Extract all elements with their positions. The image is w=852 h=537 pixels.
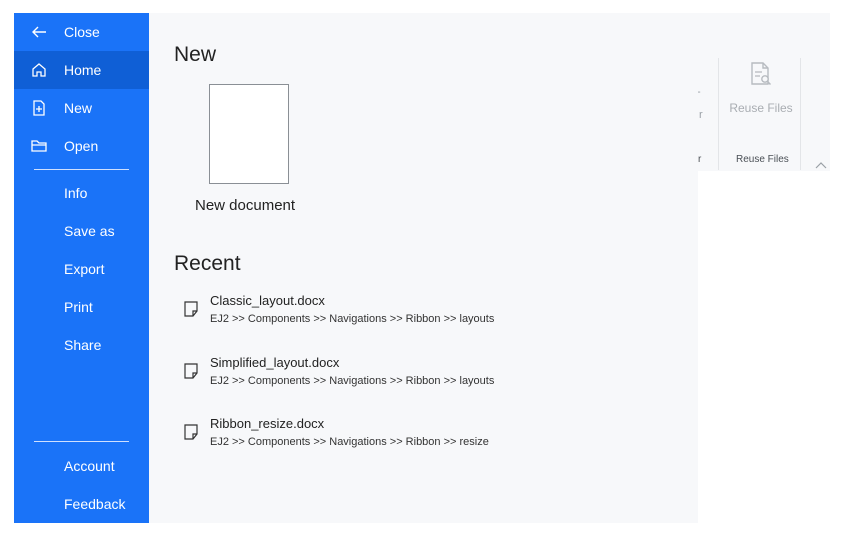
recent-file-item[interactable]: Ribbon_resize.docx EJ2 >> Components >> … — [184, 416, 604, 462]
sidebar-divider — [34, 169, 129, 170]
new-file-icon — [31, 100, 47, 116]
recent-file-path: EJ2 >> Components >> Navigations >> Ribb… — [210, 375, 495, 387]
reuse-files-group-label: Reuse Files — [736, 154, 789, 165]
sidebar-item-label: Export — [64, 261, 105, 277]
recent-heading: Recent — [174, 252, 241, 275]
sidebar-item-feedback[interactable]: Feedback — [14, 485, 149, 523]
ribbon-partial-label: r — [699, 109, 703, 121]
sidebar-item-open[interactable]: Open — [14, 127, 149, 165]
sidebar-item-label: Share — [64, 337, 102, 353]
sidebar-item-info[interactable]: Info — [14, 174, 149, 212]
sidebar-item-label: Close — [64, 24, 100, 40]
sidebar-item-export[interactable]: Export — [14, 250, 149, 288]
folder-icon — [31, 138, 47, 154]
ribbon-partial-group-label: r — [698, 154, 702, 165]
reuse-files-button[interactable]: Reuse Files — [722, 62, 800, 117]
sidebar-item-label: Print — [64, 299, 93, 315]
sidebar-item-account[interactable]: Account — [14, 447, 149, 485]
sidebar-item-label: Save as — [64, 223, 115, 239]
ribbon-separator — [800, 58, 801, 170]
sidebar-item-home[interactable]: Home — [14, 51, 149, 89]
new-document-label[interactable]: New document — [195, 197, 295, 214]
backstage-content: New New document Recent Classic_layout.d… — [149, 13, 698, 523]
sidebar-item-label: Open — [64, 138, 99, 154]
sidebar-item-label: Feedback — [64, 496, 126, 512]
sidebar-item-label: Info — [64, 185, 88, 201]
recent-file-name: Simplified_layout.docx — [210, 355, 340, 370]
home-icon — [31, 62, 47, 78]
new-heading: New — [174, 43, 217, 66]
document-icon — [184, 301, 198, 322]
ribbon-separator — [718, 58, 719, 170]
reuse-files-label: Reuse Files — [729, 101, 793, 115]
document-icon — [184, 363, 198, 384]
recent-file-path: EJ2 >> Components >> Navigations >> Ribb… — [210, 436, 489, 448]
sidebar-item-label: Account — [64, 458, 115, 474]
sidebar-item-share[interactable]: Share — [14, 326, 149, 364]
sidebar-item-label: New — [64, 100, 93, 116]
backstage-sidebar: Close Home New Open Info Save as Export … — [14, 13, 149, 523]
sidebar-item-label: Home — [64, 62, 102, 78]
recent-file-name: Classic_layout.docx — [210, 293, 325, 308]
new-document-thumbnail[interactable] — [209, 84, 289, 184]
sidebar-item-new[interactable]: New — [14, 89, 149, 127]
arrow-left-icon — [31, 24, 47, 40]
recent-file-item[interactable]: Classic_layout.docx EJ2 >> Components >>… — [184, 293, 604, 339]
reuse-files-icon — [722, 62, 800, 93]
recent-file-item[interactable]: Simplified_layout.docx EJ2 >> Components… — [184, 355, 604, 401]
recent-file-path: EJ2 >> Components >> Navigations >> Ribb… — [210, 313, 495, 325]
sidebar-item-close[interactable]: Close — [14, 13, 149, 51]
sidebar-divider — [34, 441, 129, 442]
sidebar-item-print[interactable]: Print — [14, 288, 149, 326]
sidebar-item-save-as[interactable]: Save as — [14, 212, 149, 250]
collapse-ribbon-chevron-icon[interactable] — [815, 156, 827, 174]
recent-file-name: Ribbon_resize.docx — [210, 416, 325, 431]
document-icon — [184, 424, 198, 445]
